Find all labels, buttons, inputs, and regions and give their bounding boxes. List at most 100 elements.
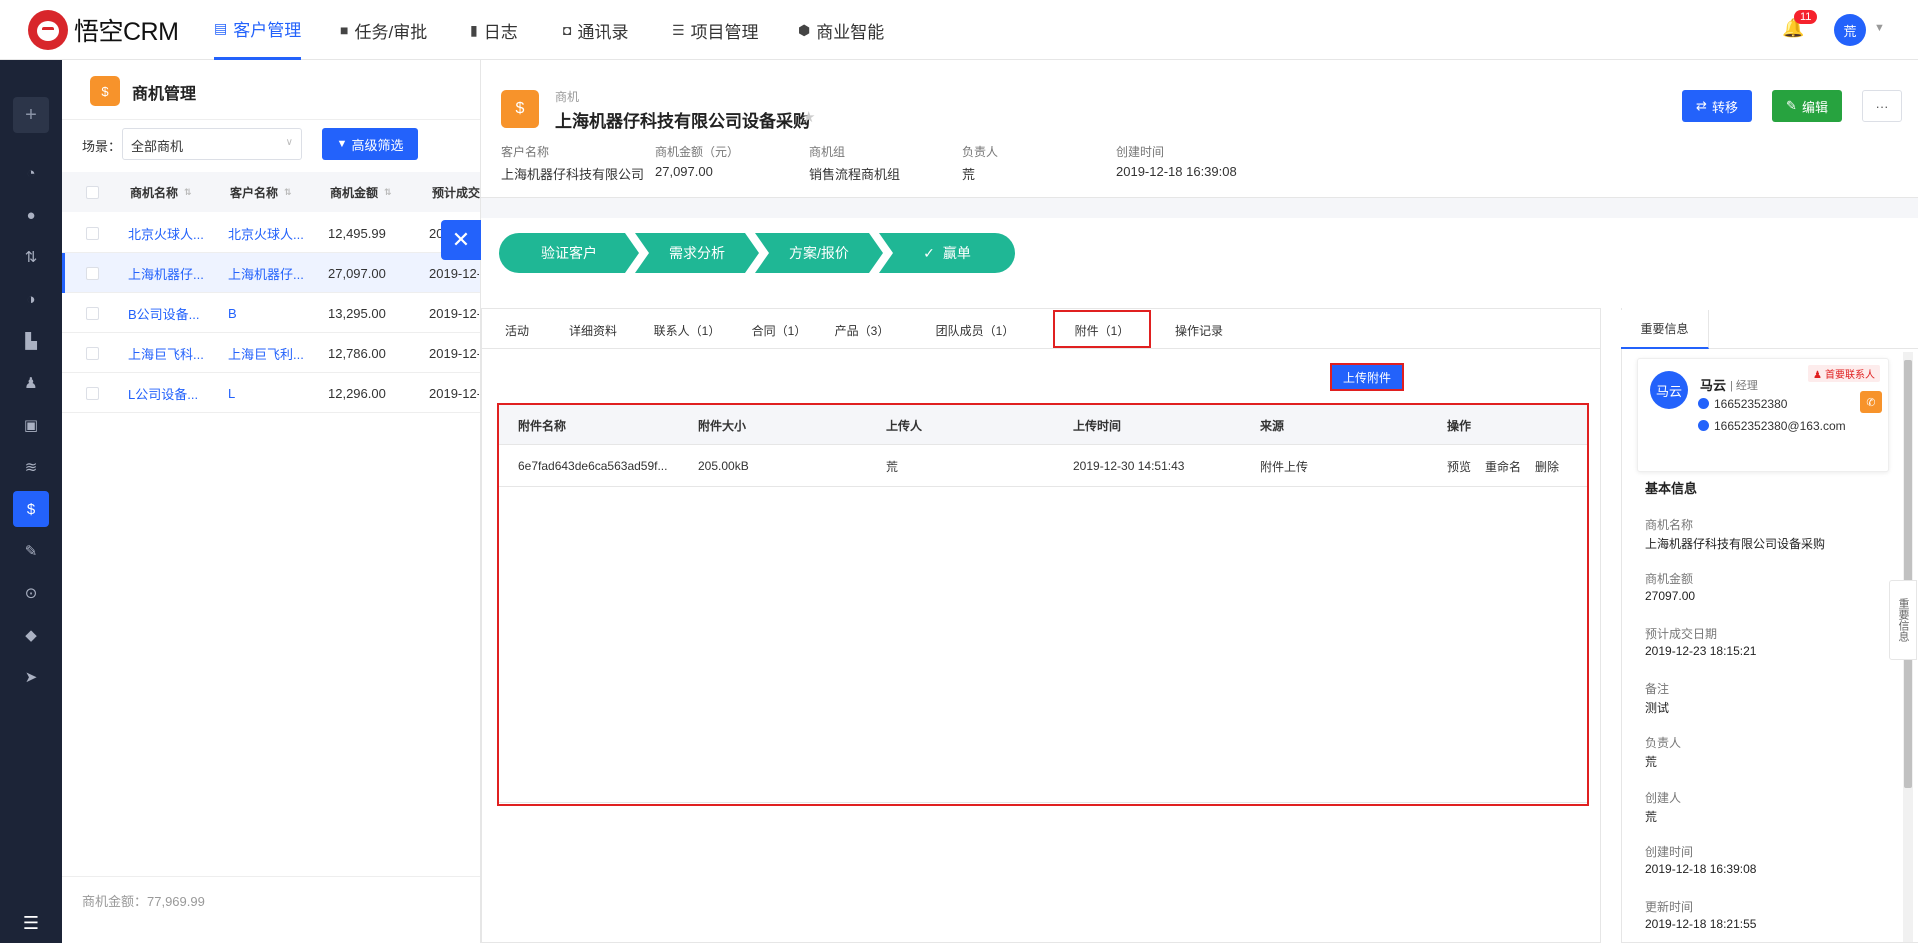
row-name-link[interactable]: B公司设备... — [128, 293, 220, 333]
list-summary: 商机金额：77,969.99 — [62, 876, 480, 920]
attachment-time: 2019-12-30 14:51:43 — [1073, 459, 1185, 473]
nav-customer-management[interactable]: ▤ 客户管理 — [214, 0, 302, 60]
row-name-link[interactable]: L公司设备... — [128, 373, 220, 413]
dollar-icon: $ — [501, 90, 539, 128]
column-header-amount[interactable]: 商机金额 ⇅ — [330, 172, 392, 212]
business-opportunity-icon[interactable]: $ — [13, 491, 49, 527]
tab-operation-log[interactable]: 操作记录 — [1163, 310, 1235, 350]
menu-toggle-icon[interactable]: ☰ — [13, 905, 49, 941]
edit-button[interactable]: ✎ 编辑 — [1772, 90, 1842, 122]
payment-icon[interactable]: ⊙ — [13, 575, 49, 611]
column-header-customer[interactable]: 客户名称 ⇅ — [230, 172, 292, 212]
product-icon[interactable]: ◆ — [13, 617, 49, 653]
dashboard-icon[interactable]: ◔ — [13, 155, 49, 191]
close-icon[interactable]: ✕ — [441, 220, 481, 260]
contract-icon[interactable]: ✎ — [13, 533, 49, 569]
row-amount: 12,786.00 — [328, 345, 386, 361]
tab-activity[interactable]: 活动 — [495, 310, 539, 350]
contact-name[interactable]: 马云 — [1700, 375, 1726, 394]
pool-icon[interactable]: ≋ — [13, 449, 49, 485]
nav-logs[interactable]: ▮ 日志 — [470, 0, 518, 60]
tab-contracts[interactable]: 合同（1） — [743, 310, 815, 350]
collapse-info-handle[interactable]: 重要信息 — [1889, 580, 1917, 660]
person-icon: ♟ — [1813, 370, 1822, 381]
contact-person-icon[interactable]: ♟ — [13, 365, 49, 401]
customer-icon[interactable]: ◑ — [13, 281, 49, 317]
advanced-filter-button[interactable]: ▼ 高级筛选 — [322, 128, 418, 160]
row-checkbox[interactable] — [86, 213, 99, 253]
upload-attachment-button[interactable]: 上传附件 — [1332, 365, 1402, 389]
scrollbar-thumb[interactable] — [1904, 360, 1912, 788]
call-button[interactable]: ✆ — [1860, 391, 1882, 413]
star-icon[interactable]: ★ — [802, 108, 815, 126]
sort-icon[interactable]: ⇅ — [384, 187, 392, 198]
bi-icon: ⬢ — [798, 21, 811, 38]
stage-step[interactable]: 方案/报价 — [755, 233, 883, 273]
chat-icon[interactable]: ● — [13, 197, 49, 233]
row-date: 2019-12- — [429, 305, 479, 321]
tab-products[interactable]: 产品（3） — [826, 310, 898, 350]
row-amount: 13,295.00 — [328, 305, 386, 321]
scene-label: 场景： — [82, 139, 122, 154]
row-checkbox[interactable] — [86, 293, 99, 333]
info-value: 2019-12-18 18:21:55 — [1645, 917, 1757, 931]
app-logo[interactable]: 悟空CRM — [28, 10, 179, 50]
info-value: 2019-12-23 18:15:21 — [1645, 644, 1757, 658]
row-customer-link[interactable]: 上海巨飞利... — [228, 333, 320, 373]
col-uploader: 上传人 — [886, 418, 923, 433]
row-customer-link[interactable]: L — [228, 373, 320, 413]
primary-contact-badge: ♟ 首要联系人 — [1808, 365, 1880, 382]
nav-tasks-approval[interactable]: ■ 任务/审批 — [340, 0, 427, 60]
tab-important-info[interactable]: 重要信息 — [1621, 310, 1709, 349]
filter-icon: ▼ — [336, 138, 348, 150]
stage-step-won[interactable]: ✓ 赢单 — [879, 233, 1015, 273]
delete-link[interactable]: 删除 — [1535, 446, 1559, 486]
row-name-link[interactable]: 北京火球人... — [128, 213, 220, 253]
leads-icon[interactable]: ⇅ — [13, 239, 49, 275]
user-avatar[interactable]: 荒 — [1834, 14, 1866, 46]
nav-contacts[interactable]: ◘ 通讯录 — [563, 0, 628, 60]
column-header-name[interactable]: 商机名称 ⇅ — [130, 172, 192, 212]
rename-link[interactable]: 重命名 — [1485, 446, 1521, 486]
document-icon[interactable]: ▣ — [13, 407, 49, 443]
row-customer-link[interactable]: 上海机器仔... — [228, 253, 320, 293]
transfer-button[interactable]: ⇄ 转移 — [1682, 90, 1752, 122]
stage-step[interactable]: 需求分析 — [635, 233, 759, 273]
info-value: 测试 — [1645, 701, 1670, 715]
tab-details[interactable]: 详细资料 — [557, 310, 629, 350]
quick-add-button[interactable]: + — [13, 97, 49, 133]
info-value: 2019-12-18 16:39:08 — [1645, 862, 1757, 876]
field-label-amount: 商机金额（元） — [655, 145, 740, 159]
monkey-logo-icon — [28, 10, 68, 50]
preview-link[interactable]: 预览 — [1447, 446, 1471, 486]
sort-icon[interactable]: ⇅ — [284, 187, 292, 198]
select-all-checkbox[interactable] — [86, 172, 99, 212]
row-checkbox[interactable] — [86, 373, 99, 413]
more-button[interactable]: ··· — [1862, 90, 1902, 122]
row-amount: 27,097.00 — [328, 265, 386, 281]
row-name-link[interactable]: 上海机器仔... — [128, 253, 220, 293]
row-checkbox[interactable] — [86, 333, 99, 373]
nav-business-intelligence[interactable]: ⬢ 商业智能 — [798, 0, 884, 60]
stage-step[interactable]: 验证客户 — [499, 233, 639, 273]
chevron-down-icon: ∨ — [285, 137, 293, 148]
row-customer-link[interactable]: B — [228, 293, 320, 333]
column-header-date[interactable]: 预计成交 — [432, 172, 480, 212]
nav-projects[interactable]: ☰ 项目管理 — [672, 0, 759, 60]
divider — [499, 486, 1587, 487]
sort-icon[interactable]: ⇅ — [184, 187, 192, 198]
chevron-down-icon[interactable]: ▼ — [1874, 22, 1885, 34]
highlight-box: 上传附件 — [1330, 363, 1404, 391]
scene-value: 全部商机 — [131, 139, 184, 154]
opportunity-list-panel: $ 商机管理 场景： 全部商机 ∨ ▼ 高级筛选 商机名称 ⇅ 客户名称 ⇅ 商机金额 ⇅… — [62, 60, 480, 943]
info-label: 预计成交日期 — [1645, 627, 1718, 641]
tab-team-members[interactable]: 团队成员（1） — [909, 310, 1041, 350]
scene-select[interactable]: 全部商机 ∨ — [122, 128, 302, 160]
row-name-link[interactable]: 上海巨飞科... — [128, 333, 220, 373]
tab-contacts[interactable]: 联系人（1） — [646, 310, 728, 350]
row-customer-link[interactable]: 北京火球人... — [228, 213, 320, 253]
list-header — [62, 60, 480, 120]
row-checkbox[interactable] — [86, 253, 99, 293]
send-icon[interactable]: ➤ — [13, 659, 49, 695]
company-icon[interactable]: ▙ — [13, 323, 49, 359]
